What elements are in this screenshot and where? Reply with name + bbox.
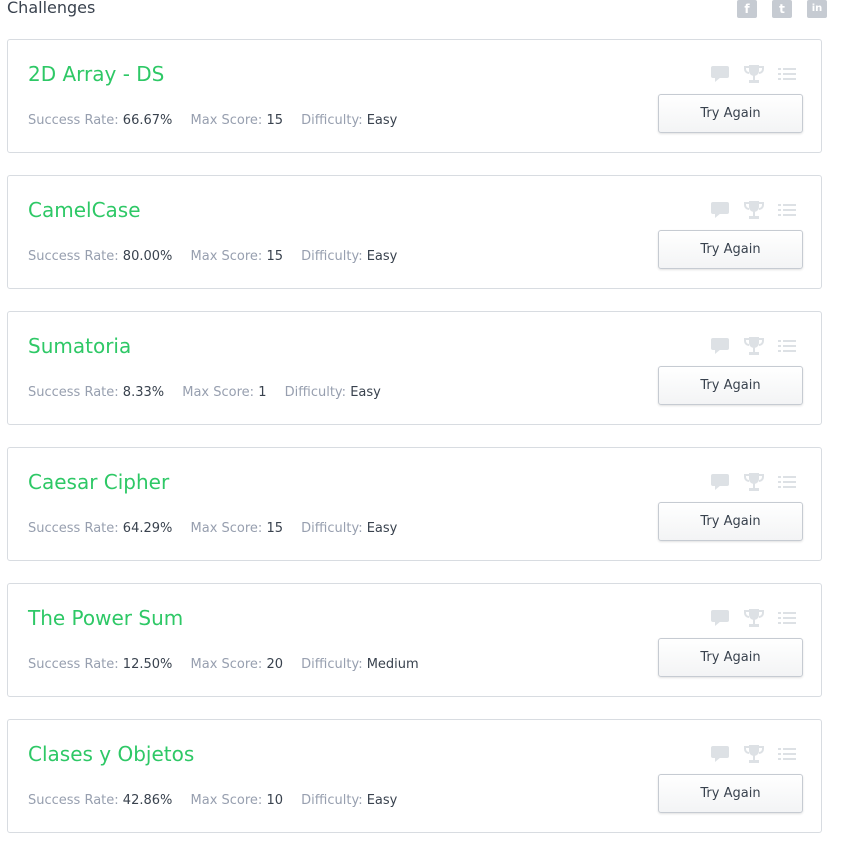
- max-score-label: Max Score:: [190, 793, 263, 808]
- card-icons: [710, 64, 796, 84]
- max-score-label: Max Score:: [190, 249, 263, 264]
- success-rate-label: Success Rate:: [28, 657, 119, 672]
- difficulty-label: Difficulty:: [284, 385, 347, 400]
- success-rate-value: 64.29%: [122, 521, 173, 536]
- difficulty-value: Easy: [366, 249, 398, 264]
- challenge-card: CamelCase Success Rate: 80.00% Max Score…: [7, 175, 822, 289]
- max-score-label: Max Score:: [190, 521, 263, 536]
- max-score-value: 20: [266, 657, 284, 672]
- challenge-stats: Success Rate: 64.29% Max Score: 15 Diffi…: [28, 520, 411, 538]
- page-title: Challenges: [7, 0, 96, 17]
- challenge-title[interactable]: Caesar Cipher: [28, 468, 169, 496]
- card-icons: [710, 336, 796, 356]
- challenge-card: 2D Array - DS Success Rate: 66.67% Max S…: [7, 39, 822, 153]
- challenge-stats: Success Rate: 8.33% Max Score: 1 Difficu…: [28, 384, 395, 402]
- max-score-label: Max Score:: [190, 113, 263, 128]
- max-score-value: 10: [266, 793, 284, 808]
- success-rate-label: Success Rate:: [28, 385, 119, 400]
- card-icons: [710, 472, 796, 492]
- discussion-icon[interactable]: [710, 745, 730, 763]
- challenge-card: Caesar Cipher Success Rate: 64.29% Max S…: [7, 447, 822, 561]
- try-again-button[interactable]: Try Again: [658, 502, 803, 541]
- card-icons: [710, 200, 796, 220]
- leaderboard-trophy-icon[interactable]: [744, 200, 764, 220]
- success-rate-value: 66.67%: [122, 113, 173, 128]
- try-again-button[interactable]: Try Again: [658, 230, 803, 269]
- editorial-list-icon[interactable]: [778, 202, 796, 218]
- max-score-value: 15: [266, 249, 284, 264]
- max-score-value: 15: [266, 521, 284, 536]
- challenge-card: Clases y Objetos Success Rate: 42.86% Ma…: [7, 719, 822, 833]
- editorial-list-icon[interactable]: [778, 746, 796, 762]
- success-rate-value: 12.50%: [122, 657, 173, 672]
- success-rate-label: Success Rate:: [28, 793, 119, 808]
- discussion-icon[interactable]: [710, 201, 730, 219]
- difficulty-label: Difficulty:: [301, 657, 363, 672]
- facebook-icon[interactable]: f: [737, 0, 757, 18]
- difficulty-value: Easy: [366, 793, 398, 808]
- editorial-list-icon[interactable]: [778, 66, 796, 82]
- leaderboard-trophy-icon[interactable]: [744, 472, 764, 492]
- difficulty-value: Easy: [366, 521, 398, 536]
- try-again-button[interactable]: Try Again: [658, 638, 803, 677]
- discussion-icon[interactable]: [710, 473, 730, 491]
- challenge-card: Sumatoria Success Rate: 8.33% Max Score:…: [7, 311, 822, 425]
- success-rate-label: Success Rate:: [28, 249, 119, 264]
- try-again-button[interactable]: Try Again: [658, 366, 803, 405]
- challenge-stats: Success Rate: 80.00% Max Score: 15 Diffi…: [28, 248, 411, 266]
- social-share: f t in: [737, 0, 827, 18]
- card-icons: [710, 744, 796, 764]
- challenge-title[interactable]: CamelCase: [28, 196, 141, 224]
- difficulty-value: Medium: [366, 657, 419, 672]
- challenge-title[interactable]: 2D Array - DS: [28, 60, 164, 88]
- challenge-title[interactable]: Clases y Objetos: [28, 740, 194, 768]
- challenge-stats: Success Rate: 66.67% Max Score: 15 Diffi…: [28, 112, 411, 130]
- challenge-card: The Power Sum Success Rate: 12.50% Max S…: [7, 583, 822, 697]
- challenge-stats: Success Rate: 12.50% Max Score: 20 Diffi…: [28, 656, 433, 674]
- difficulty-label: Difficulty:: [301, 521, 363, 536]
- editorial-list-icon[interactable]: [778, 610, 796, 626]
- success-rate-value: 42.86%: [122, 793, 173, 808]
- twitter-icon[interactable]: t: [772, 0, 792, 18]
- difficulty-label: Difficulty:: [301, 113, 363, 128]
- card-icons: [710, 608, 796, 628]
- difficulty-value: Easy: [350, 385, 381, 400]
- max-score-label: Max Score:: [182, 385, 255, 400]
- success-rate-label: Success Rate:: [28, 521, 119, 536]
- leaderboard-trophy-icon[interactable]: [744, 336, 764, 356]
- leaderboard-trophy-icon[interactable]: [744, 608, 764, 628]
- success-rate-value: 8.33%: [122, 385, 165, 400]
- linkedin-icon[interactable]: in: [807, 0, 827, 18]
- max-score-label: Max Score:: [190, 657, 263, 672]
- editorial-list-icon[interactable]: [778, 474, 796, 490]
- leaderboard-trophy-icon[interactable]: [744, 64, 764, 84]
- leaderboard-trophy-icon[interactable]: [744, 744, 764, 764]
- discussion-icon[interactable]: [710, 337, 730, 355]
- difficulty-value: Easy: [366, 113, 398, 128]
- try-again-button[interactable]: Try Again: [658, 94, 803, 133]
- difficulty-label: Difficulty:: [301, 249, 363, 264]
- discussion-icon[interactable]: [710, 609, 730, 627]
- editorial-list-icon[interactable]: [778, 338, 796, 354]
- difficulty-label: Difficulty:: [301, 793, 363, 808]
- max-score-value: 15: [266, 113, 284, 128]
- challenge-title[interactable]: The Power Sum: [28, 604, 183, 632]
- try-again-button[interactable]: Try Again: [658, 774, 803, 813]
- max-score-value: 1: [258, 385, 267, 400]
- discussion-icon[interactable]: [710, 65, 730, 83]
- success-rate-value: 80.00%: [122, 249, 173, 264]
- success-rate-label: Success Rate:: [28, 113, 119, 128]
- challenge-title[interactable]: Sumatoria: [28, 332, 131, 360]
- challenge-stats: Success Rate: 42.86% Max Score: 10 Diffi…: [28, 792, 411, 810]
